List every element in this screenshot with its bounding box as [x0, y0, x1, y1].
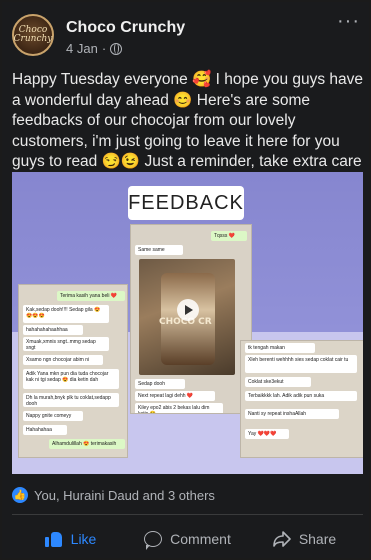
comment-icon — [144, 531, 163, 550]
action-bar: Like Comment Share — [12, 522, 363, 556]
post-card: Choco Crunchy Choco Crunchy 4 Jan · ··· … — [0, 0, 371, 560]
chat-bubble: Nappy gnite comeyy — [23, 411, 83, 421]
chat-bubble: Yay ❤️❤️❤️ — [245, 429, 289, 439]
chat-bubble: Nanti sy repeat inshaAllah — [245, 409, 339, 419]
chat-bubble: hahahahahaahhaa — [23, 325, 83, 335]
share-label: Share — [298, 531, 337, 547]
like-button[interactable]: Like — [12, 522, 129, 556]
chat-bubble: Kiley epo2 abis 2 bekas lalu dim ketis 😂 — [135, 403, 223, 413]
reactions-summary[interactable]: 👍 You, Huraini Daud and 3 others — [12, 487, 215, 503]
chat-bubble: Hahahahaa — [23, 425, 67, 435]
chat-bubble: Xsamo ngn chocojar abim ni — [23, 355, 103, 365]
share-icon — [273, 531, 291, 547]
chat-bubble: Kak,sedap dooh!!!! Sedap gila 😍😍😍😍 — [23, 305, 109, 323]
page-avatar[interactable]: Choco Crunchy — [12, 14, 54, 56]
post-header: Choco Crunchy Choco Crunchy 4 Jan · ··· — [12, 11, 362, 60]
page-name[interactable]: Choco Crunchy — [66, 19, 185, 37]
chat-bubble: Alhamdulillah 😍 terimakasih — [49, 439, 125, 449]
comment-label: Comment — [170, 531, 231, 547]
chat-bubble: Xmuak,xmnis sngt..mmg sedap sngt — [23, 337, 109, 351]
avatar-logo-text: Choco Crunchy — [13, 25, 53, 44]
post-image[interactable]: FEEDBACK Terima kasih yana beli ❤️ Kak,s… — [12, 172, 363, 474]
chat-bubble: Tqsss ❤️ — [211, 231, 247, 241]
chat-bubble: tk tengah makan — [245, 343, 315, 353]
chat-bubble: Same same — [135, 245, 183, 255]
post-meta: 4 Jan · — [66, 41, 123, 56]
thumbs-up-icon — [44, 531, 63, 547]
chat-bubble: Terbaikkkk lah. Adik adik pun suka — [245, 391, 357, 401]
chat-bubble: Adik Yana mkn pun dia tuda chocojar kak … — [23, 369, 119, 389]
chat-bubble: Terima kasih yana beli ❤️ — [57, 291, 125, 301]
feedback-title: FEEDBACK — [128, 186, 244, 220]
chat-screenshot-middle: Tqsss ❤️ Same same CHOCO CR Sedap dooh N… — [130, 224, 252, 414]
chat-screenshot-left: Terima kasih yana beli ❤️ Kak,sedap dooh… — [18, 284, 128, 458]
video-thumbnail[interactable]: CHOCO CR — [139, 259, 235, 375]
reactions-text[interactable]: You, Huraini Daud and 3 others — [34, 488, 215, 503]
post-date[interactable]: 4 Jan — [66, 41, 98, 56]
share-button[interactable]: Share — [246, 522, 363, 556]
like-reaction-icon: 👍 — [12, 487, 28, 503]
divider — [12, 514, 363, 515]
chat-bubble: Sedap dooh — [135, 379, 185, 389]
comment-button[interactable]: Comment — [129, 522, 246, 556]
chat-bubble: Next repeat lagi dehh ❤️ — [135, 391, 215, 401]
like-label: Like — [70, 531, 97, 547]
globe-icon — [110, 42, 123, 55]
separator-dot: · — [101, 41, 107, 56]
more-dots-icon[interactable]: ··· — [337, 11, 360, 31]
chat-bubble: Coklat ske3ekut — [245, 377, 311, 387]
chat-bubble: Xleh berenti wehhhh sies sedap coklat ca… — [245, 355, 357, 373]
chat-screenshot-right: tk tengah makan Xleh berenti wehhhh sies… — [240, 340, 363, 458]
chat-bubble: Dh la murah,bnyk plk tu coklat,sedapp do… — [23, 393, 119, 407]
play-icon[interactable] — [177, 299, 199, 321]
